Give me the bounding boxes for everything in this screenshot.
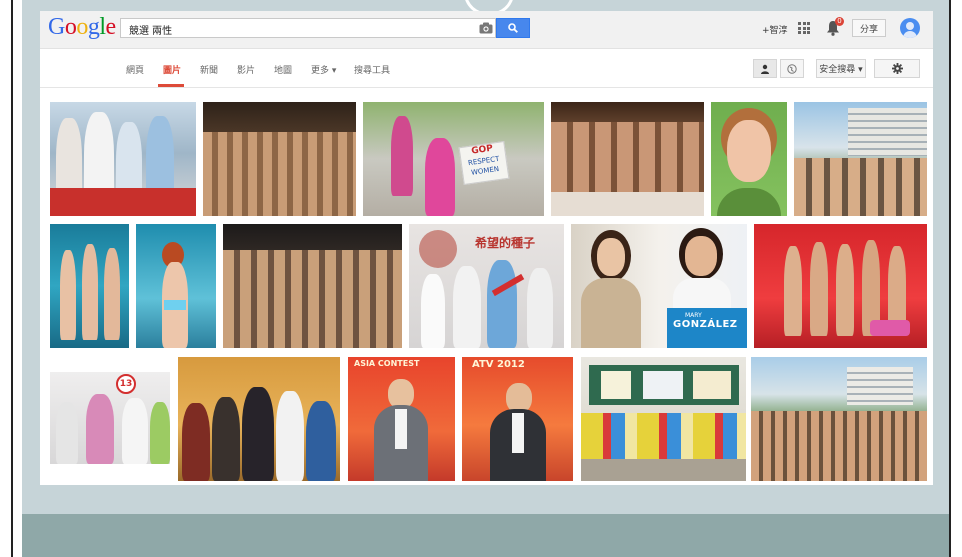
top-bar: Google +智淳 0 分享 [40,11,933,49]
image-result-16[interactable]: ATV 2012 [462,357,573,481]
image-results-grid: GOP RESPECT WOMEN 希望的種子 MARY GONZÁLEZ 13… [40,87,933,485]
tab-videos[interactable]: 影片 [237,63,255,76]
search-icon [508,23,518,33]
google-image-search-page: Google +智淳 0 分享 [40,11,933,485]
apps-grid-icon[interactable] [798,22,810,34]
settings-button[interactable] [874,59,920,78]
person-icon [761,64,769,74]
asia-contest-text-2: ATV 2012 [472,359,525,370]
image-result-2[interactable] [203,102,356,216]
notification-count-badge: 0 [835,17,844,26]
share-button[interactable]: 分享 [852,19,886,37]
search-button[interactable] [496,18,530,38]
camera-icon[interactable] [479,22,493,34]
image-result-9[interactable] [223,224,402,348]
poster-name-text-2: GONZÁLEZ [673,319,738,330]
image-result-8[interactable] [136,224,216,348]
number-badge-text: 13 [119,379,133,389]
plus-profile-link[interactable]: +智淳 [762,23,788,36]
tab-news[interactable]: 新聞 [200,63,218,76]
slide-right-border [949,0,951,557]
tab-web[interactable]: 網頁 [126,63,144,76]
image-result-11[interactable]: MARY GONZÁLEZ [571,224,747,348]
account-avatar[interactable] [900,18,920,38]
global-results-button[interactable] [780,59,804,78]
gear-icon [891,63,903,74]
tab-more[interactable]: 更多 ▾ [311,63,336,76]
slide-left-border [11,0,13,557]
image-result-10[interactable]: 希望的種子 [409,224,564,348]
search-input[interactable] [127,20,471,39]
globe-icon [787,63,797,74]
tab-maps[interactable]: 地圖 [274,63,292,76]
seed-banner-text: 希望的種子 [475,236,536,250]
asia-contest-text-1: ASIA CONTEST [354,359,420,368]
image-result-3[interactable]: GOP RESPECT WOMEN [363,102,544,216]
image-result-4[interactable] [551,102,704,216]
image-result-1[interactable] [50,102,196,216]
image-result-13[interactable]: 13 [50,372,170,464]
tab-images[interactable]: 圖片 [163,63,181,76]
image-result-7[interactable] [50,224,129,348]
slide-footer-band [22,514,949,557]
search-box [120,18,496,39]
image-result-15[interactable]: ASIA CONTEST [348,357,455,481]
image-result-6[interactable] [794,102,927,216]
image-result-17[interactable] [581,357,746,481]
image-result-5[interactable] [711,102,787,216]
safe-search-button[interactable]: 安全搜尋 ▾ [816,59,866,78]
image-result-14[interactable] [178,357,340,481]
search-tabs-bar: 網頁 圖片 新聞 影片 地圖 更多 ▾ 搜尋工具 安全搜尋 ▾ [40,49,933,88]
google-logo[interactable]: Google [48,14,116,41]
tab-search-tools[interactable]: 搜尋工具 [354,63,390,76]
poster-name-text-1: MARY [685,312,702,319]
image-result-12[interactable] [754,224,927,348]
image-result-18[interactable] [751,357,927,481]
personal-results-button[interactable] [753,59,777,78]
